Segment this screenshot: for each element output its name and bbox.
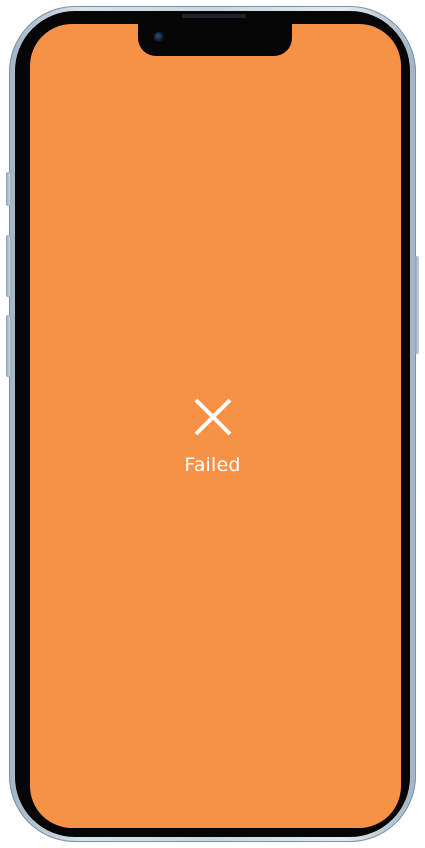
failed-status: Failed — [0, 398, 425, 476]
failed-label: Failed — [184, 454, 241, 476]
close-icon — [194, 398, 232, 436]
volume-up-button — [6, 235, 10, 297]
volume-down-button — [6, 315, 10, 377]
speaker-grille — [182, 14, 246, 18]
silent-switch — [6, 172, 10, 206]
camera-icon — [154, 32, 164, 42]
power-button — [415, 256, 419, 354]
